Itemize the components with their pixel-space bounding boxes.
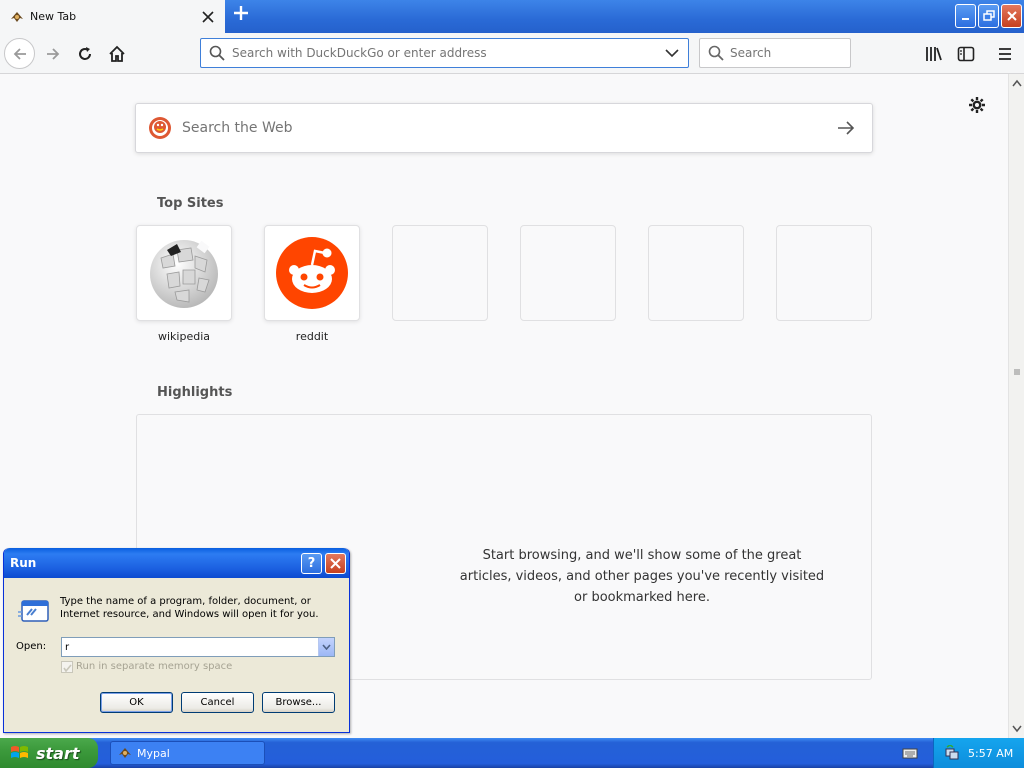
browse-button[interactable]: Browse... <box>262 692 335 713</box>
system-tray: 5:57 AM <box>933 738 1024 768</box>
run-dialog-titlebar[interactable]: Run ? <box>4 548 349 578</box>
library-button[interactable] <box>919 39 949 69</box>
web-search-box[interactable] <box>135 103 873 153</box>
close-icon <box>1006 11 1017 21</box>
minimize-icon <box>961 18 969 20</box>
scroll-up-arrow-icon[interactable] <box>1011 77 1023 89</box>
reload-icon <box>79 47 91 60</box>
menu-button[interactable] <box>990 39 1020 69</box>
arrow-left-icon <box>13 47 26 60</box>
chevron-down-icon <box>665 49 679 58</box>
top-site-tile-empty[interactable] <box>776 225 872 321</box>
open-combobox[interactable] <box>61 637 335 657</box>
top-site-label: reddit <box>295 330 329 343</box>
close-icon <box>330 558 341 569</box>
plus-icon <box>234 6 248 20</box>
top-site-tile-empty[interactable] <box>648 225 744 321</box>
restore-icon <box>982 10 995 21</box>
mypal-favicon-icon <box>119 748 131 758</box>
new-tab-button[interactable] <box>229 4 253 28</box>
page-settings-button[interactable] <box>966 94 988 116</box>
forward-button[interactable] <box>38 39 68 69</box>
top-site-tile-empty[interactable] <box>392 225 488 321</box>
reddit-logo-icon <box>276 237 348 309</box>
taskbar-item-mypal[interactable]: Mypal <box>110 741 265 765</box>
separate-memory-checkbox <box>61 661 73 673</box>
chevron-down-icon <box>322 644 331 650</box>
top-site-tile-empty[interactable] <box>520 225 616 321</box>
search-input[interactable] <box>730 46 880 60</box>
run-dialog-description: Type the name of a program, folder, docu… <box>60 596 319 620</box>
wikipedia-logo-icon <box>150 240 218 308</box>
tab-strip: New Tab <box>0 0 1024 33</box>
home-button[interactable] <box>102 39 132 69</box>
url-bar[interactable] <box>200 38 689 68</box>
tab-title: New Tab <box>30 10 77 23</box>
highlights-message: Start browsing, and we'll show some of t… <box>459 548 825 605</box>
run-dialog-title: Run <box>10 556 37 570</box>
mypal-favicon-icon <box>11 11 23 22</box>
reload-button[interactable] <box>70 39 100 69</box>
open-label: Open: <box>16 641 47 652</box>
arrow-right-icon <box>838 121 855 135</box>
navigation-toolbar <box>0 33 1024 74</box>
top-site-tile-reddit[interactable] <box>264 225 360 321</box>
gear-icon <box>969 97 985 113</box>
arrow-right-icon <box>47 48 60 60</box>
cancel-button[interactable]: Cancel <box>181 692 254 713</box>
web-search-input[interactable] <box>182 120 834 136</box>
top-sites-heading: Top Sites <box>157 196 224 211</box>
scroll-down-arrow-icon[interactable] <box>1011 723 1023 735</box>
separate-memory-label: Run in separate memory space <box>76 661 233 672</box>
start-label: start <box>36 743 80 763</box>
windows-logo-icon <box>11 746 28 758</box>
checkmark-icon <box>63 664 72 673</box>
url-dropdown-button[interactable] <box>660 41 684 65</box>
restore-window-button[interactable] <box>978 4 999 28</box>
open-input[interactable] <box>62 638 318 656</box>
open-dropdown-button[interactable] <box>318 638 334 656</box>
ok-button[interactable]: OK <box>100 692 173 713</box>
clock: 5:57 AM <box>968 746 1014 760</box>
close-window-button[interactable] <box>1001 4 1022 28</box>
highlights-heading: Highlights <box>157 385 233 400</box>
run-dialog: Run ? Type the name of a program, folder… <box>3 548 350 733</box>
hamburger-menu-icon <box>999 48 1011 60</box>
library-icon <box>926 47 942 61</box>
search-submit-button[interactable] <box>834 116 858 140</box>
keyboard-icon[interactable] <box>902 746 918 760</box>
search-bar[interactable] <box>699 38 880 68</box>
duckduckgo-icon <box>149 117 171 139</box>
sidebar-icon <box>957 46 975 62</box>
sidebar-toggle-button[interactable] <box>951 39 981 69</box>
close-dialog-button[interactable] <box>325 553 346 574</box>
close-tab-icon[interactable] <box>197 6 219 28</box>
help-button[interactable]: ? <box>301 553 322 574</box>
vertical-scrollbar[interactable] <box>1008 74 1024 738</box>
start-button[interactable]: start <box>0 738 98 768</box>
home-icon <box>109 45 125 62</box>
top-site-tile-wikipedia[interactable] <box>136 225 232 321</box>
search-icon <box>207 43 227 63</box>
minimize-window-button[interactable] <box>955 4 976 28</box>
back-button[interactable] <box>4 38 35 69</box>
url-input[interactable] <box>232 46 660 60</box>
taskbar: start Mypal 5:57 AM <box>0 738 1024 768</box>
tab-new-tab[interactable]: New Tab <box>0 0 225 33</box>
top-site-label: wikipedia <box>157 330 210 343</box>
scroll-grip-icon <box>1011 366 1023 378</box>
run-program-icon <box>18 600 49 622</box>
taskbar-item-label: Mypal <box>137 746 170 760</box>
network-icon[interactable] <box>944 745 960 761</box>
search-icon <box>708 45 724 61</box>
